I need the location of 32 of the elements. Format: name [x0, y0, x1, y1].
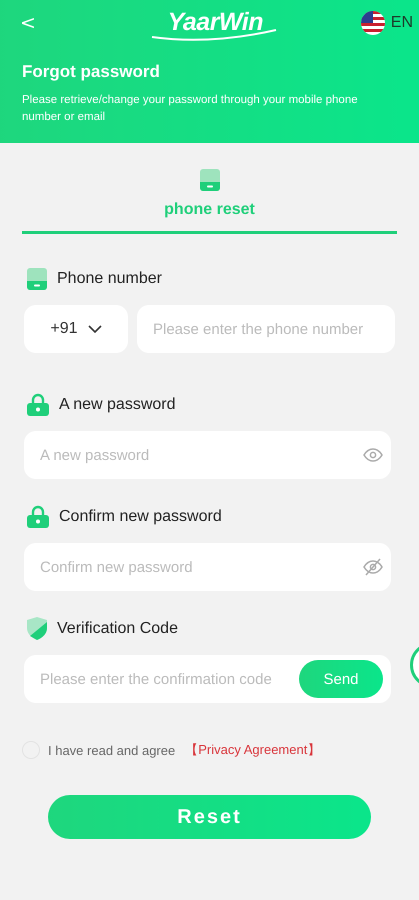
- field-label: Verification Code: [57, 620, 178, 638]
- input-field[interactable]: Please enter the phone number: [137, 305, 395, 353]
- field-label: Phone number: [57, 270, 162, 288]
- input-field[interactable]: Confirm new password: [24, 543, 391, 591]
- lock-icon: [27, 505, 49, 528]
- phone-icon: [27, 268, 47, 290]
- eye-icon[interactable]: [363, 448, 383, 462]
- shield-icon: [27, 617, 47, 640]
- country-code-dropdown[interactable]: +91: [24, 305, 128, 353]
- chevron-down-icon: [88, 325, 102, 333]
- reset-button[interactable]: Reset: [48, 795, 371, 839]
- input-field[interactable]: Please enter the confirmation code Send: [24, 655, 391, 703]
- back-button[interactable]: <: [12, 12, 44, 34]
- text-input[interactable]: Please enter the confirmation code: [38, 670, 299, 688]
- field-label: Confirm new password: [59, 508, 222, 526]
- text-input[interactable]: A new password: [38, 446, 363, 464]
- language-button[interactable]: EN: [360, 11, 413, 35]
- eye-off-icon[interactable]: [363, 558, 383, 576]
- flag-icon: [360, 11, 385, 35]
- page-title: Forgot password: [22, 62, 161, 82]
- privacy-agreement-link[interactable]: 【Privacy Agreement】: [185, 741, 320, 759]
- field-label: A new password: [59, 396, 176, 414]
- phone-icon: [200, 169, 220, 191]
- lock-icon: [27, 393, 49, 416]
- input-field[interactable]: A new password: [24, 431, 391, 479]
- page-description: Please retrieve/change your password through your mobile phone number or email: [22, 93, 359, 125]
- text-input[interactable]: Confirm new password: [38, 558, 363, 576]
- agreement-text: I have read and agree: [48, 742, 176, 758]
- tab[interactable]: phone reset: [164, 169, 255, 231]
- logo: YaarWin: [150, 9, 280, 43]
- send-button[interactable]: Send: [299, 660, 383, 698]
- text-input[interactable]: Please enter the phone number: [151, 320, 387, 338]
